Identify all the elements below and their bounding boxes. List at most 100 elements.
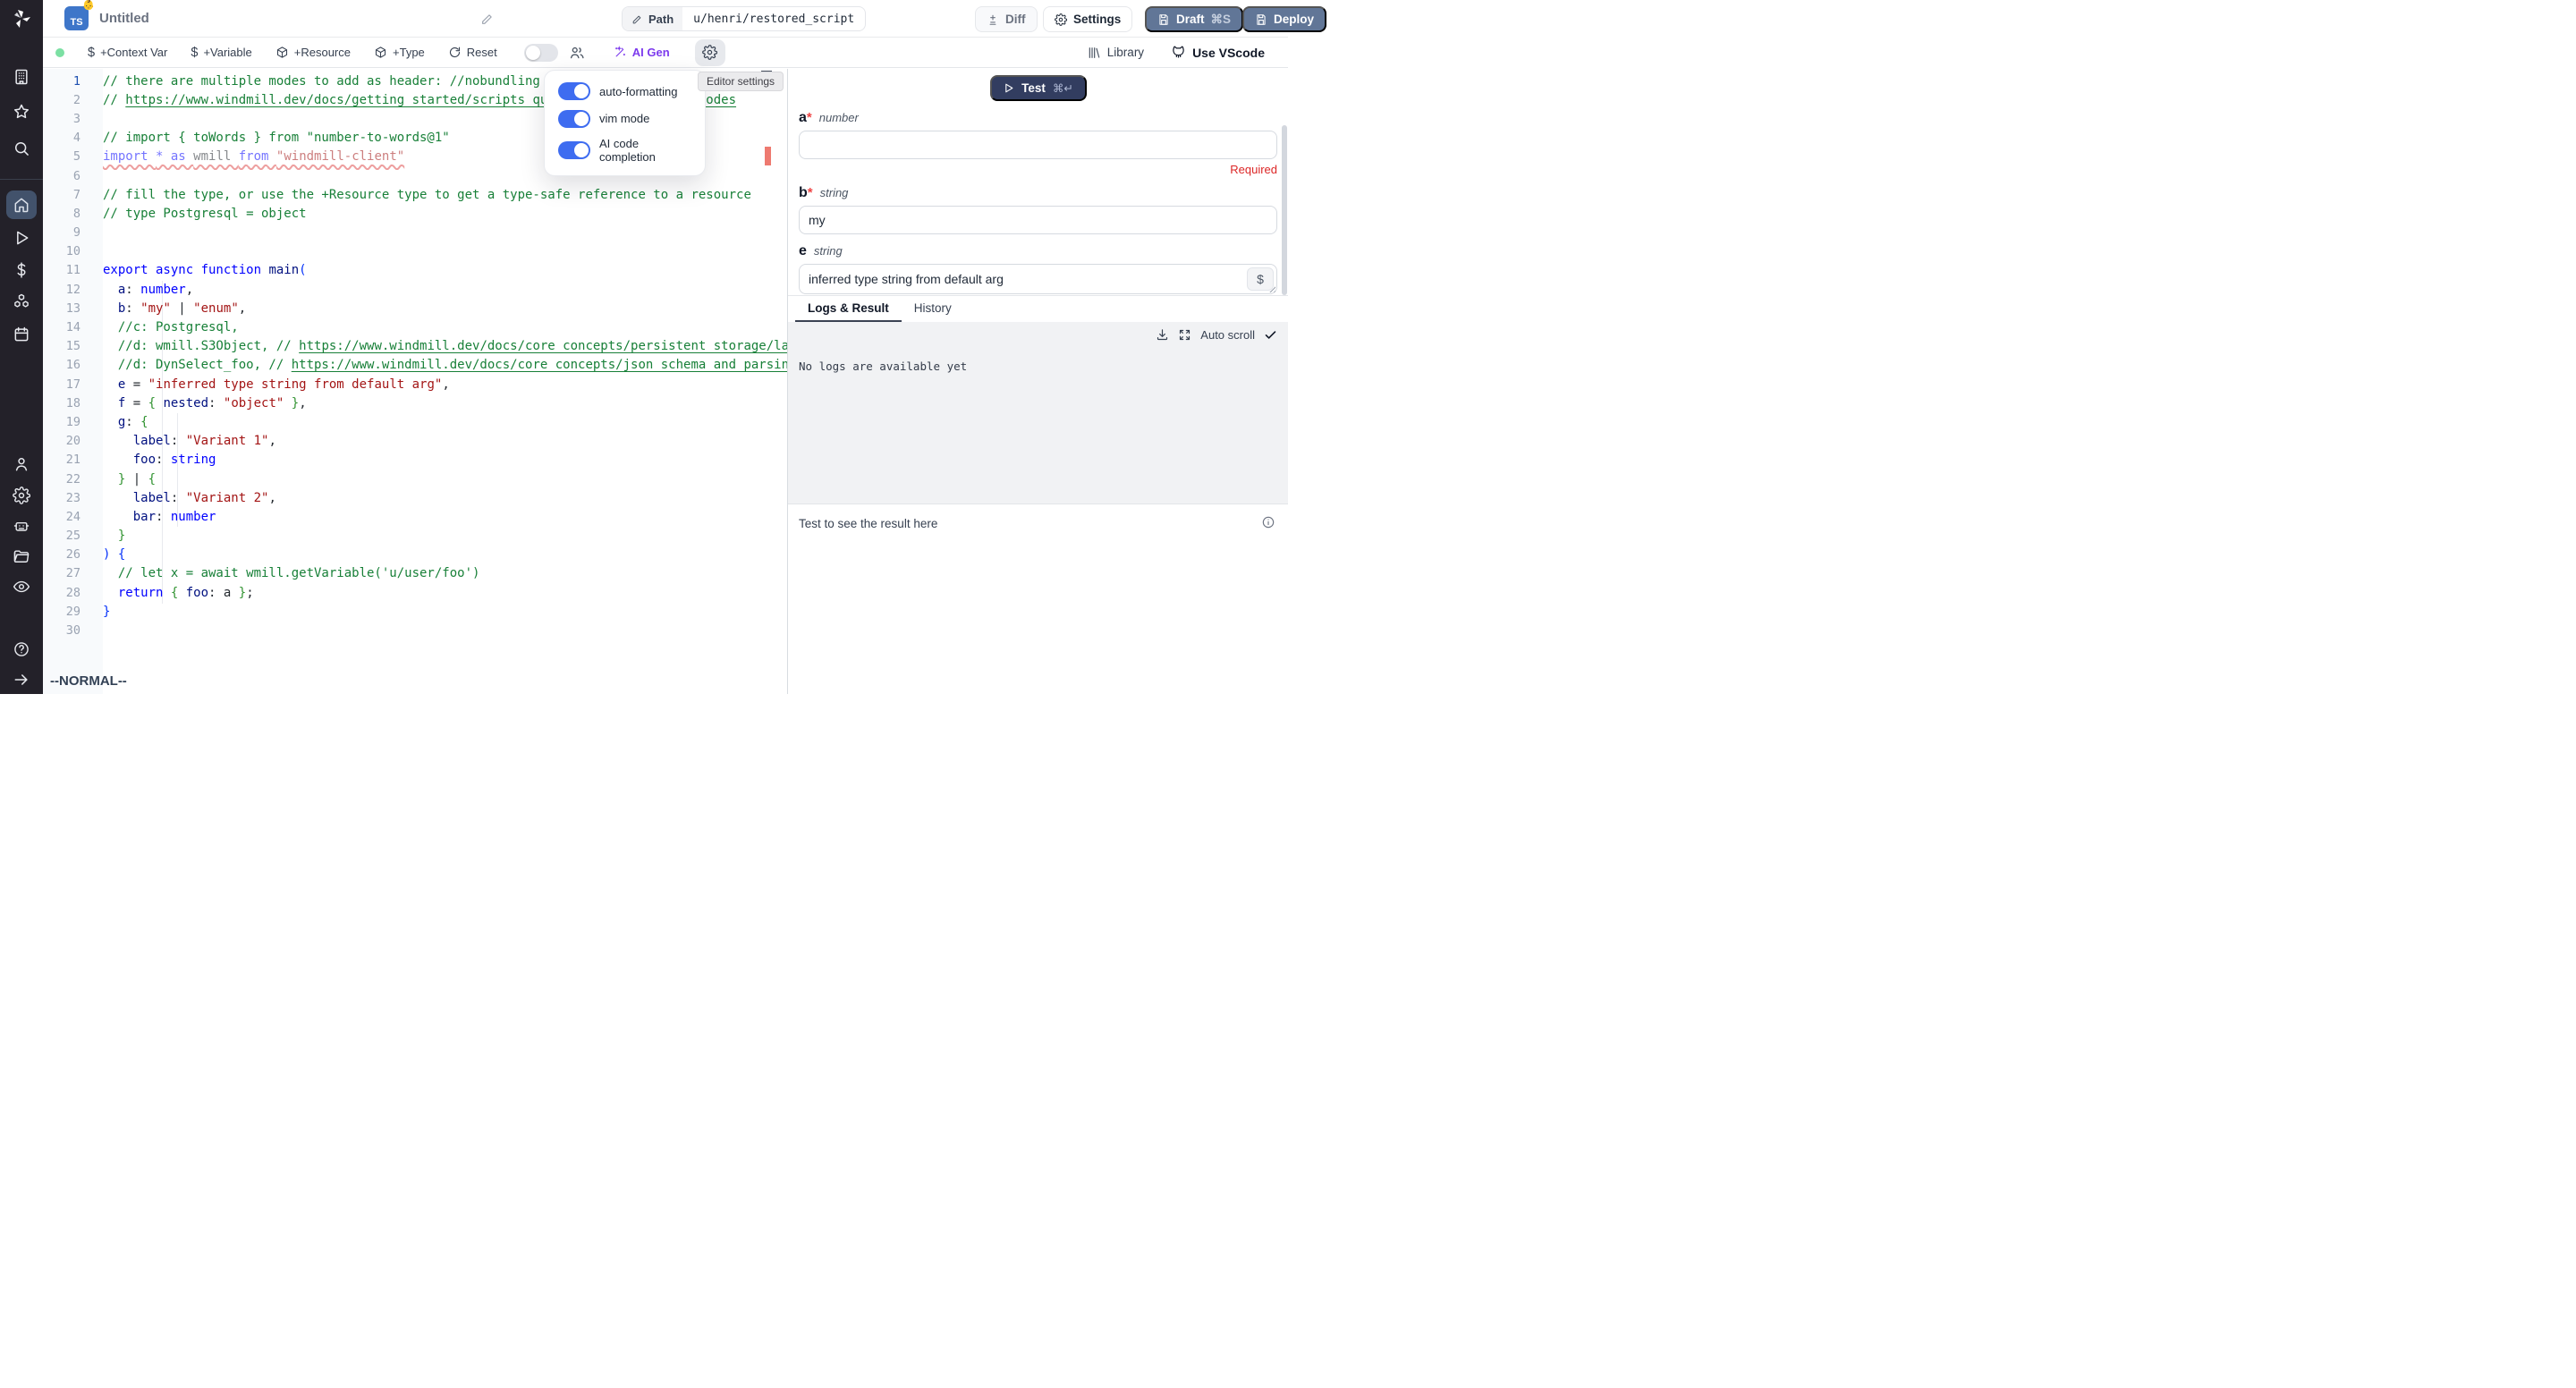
sidebar-item-workers[interactable] (6, 512, 37, 540)
path-value[interactable]: u/henri/restored_script (682, 7, 865, 30)
code-line[interactable]: 29} (43, 602, 787, 621)
multiplayer-toggle[interactable] (524, 44, 558, 62)
sidebar-item-workspace[interactable] (6, 63, 37, 91)
panel-scrollbar-thumb[interactable] (1282, 125, 1287, 295)
code-line[interactable]: 11export async function main( (43, 261, 787, 280)
result-area: Test to see the result here (788, 504, 1288, 544)
test-button[interactable]: Test ⌘↵ (990, 75, 1087, 101)
code-line[interactable]: 27 // let x = await wmill.getVariable('u… (43, 564, 787, 583)
tab-logs-result[interactable]: Logs & Result (795, 301, 902, 322)
code-line[interactable]: 26) { (43, 546, 787, 564)
field-input-e[interactable]: inferred type string from default arg$ (799, 264, 1277, 294)
field-input-a[interactable] (799, 131, 1277, 159)
library-button[interactable]: Library (1087, 46, 1144, 60)
code-line[interactable]: 30 (43, 621, 787, 639)
download-icon[interactable] (1156, 328, 1169, 342)
eye-icon (13, 578, 30, 596)
code-line[interactable]: 15 //d: wmill.S3Object, // https://www.w… (43, 337, 787, 356)
toggle-knob (574, 84, 589, 98)
ai-gen-button[interactable]: AI Gen (614, 46, 670, 59)
code-line-text: // let x = await wmill.getVariable('u/us… (93, 566, 479, 580)
code-line[interactable]: 9 (43, 224, 787, 242)
multiplayer-users-icon (569, 45, 585, 61)
sidebar-item-home[interactable] (6, 190, 37, 219)
line-number: 13 (43, 301, 93, 316)
insert-variable-button[interactable]: $ (1247, 267, 1274, 291)
add-resource-label: +Resource (294, 46, 351, 59)
code-line[interactable]: 10 (43, 242, 787, 261)
cubes-icon (13, 292, 30, 310)
settings-button-label: Settings (1073, 13, 1121, 26)
code-line[interactable]: 13 b: "my" | "enum", (43, 299, 787, 317)
draft-button[interactable]: Draft ⌘S (1145, 6, 1243, 32)
calendar-icon (13, 326, 30, 343)
toggle-switch[interactable] (558, 141, 590, 159)
code-line[interactable]: 14 //c: Postgresql, (43, 317, 787, 336)
reset-button[interactable]: Reset (448, 46, 497, 59)
check-icon[interactable] (1264, 328, 1277, 342)
code-line-text: ) { (93, 547, 125, 562)
add-variable-button[interactable]: $ +Variable (191, 46, 251, 60)
sidebar-item-help[interactable] (6, 635, 37, 664)
editor-settings-button[interactable] (695, 39, 725, 66)
code-line[interactable]: 28 return { foo: a }; (43, 583, 787, 602)
toggle-switch[interactable] (558, 82, 590, 100)
edit-title-pencil-icon[interactable] (480, 12, 495, 26)
pencil-icon (631, 13, 643, 25)
sidebar-item-settings[interactable] (6, 481, 37, 510)
folder-icon (13, 547, 30, 565)
tab-history[interactable]: History (902, 301, 964, 322)
info-icon[interactable] (1261, 515, 1275, 529)
sidebar-item-variables[interactable] (6, 256, 37, 284)
code-line[interactable]: 20 label: "Variant 1", (43, 432, 787, 451)
code-line[interactable]: 7// fill the type, or use the +Resource … (43, 185, 787, 204)
robot-icon (13, 517, 30, 535)
line-number: 22 (43, 472, 93, 487)
add-context-var-button[interactable]: $ +Context Var (88, 46, 167, 60)
toggle-switch[interactable] (558, 110, 590, 128)
windmill-logo[interactable] (0, 0, 43, 38)
line-number: 24 (43, 510, 93, 524)
sidebar-item-users[interactable] (6, 450, 37, 478)
code-line[interactable]: 8// type Postgresql = object (43, 204, 787, 223)
code-line[interactable]: 25 } (43, 527, 787, 546)
sidebar-item-folders[interactable] (6, 542, 37, 571)
field-input-b[interactable]: my (799, 206, 1277, 234)
sidebar-expand[interactable] (6, 665, 37, 694)
code-line[interactable]: 12 a: number, (43, 280, 787, 299)
code-line-text: b: "my" | "enum", (93, 301, 246, 316)
code-line[interactable]: 19 g: { (43, 412, 787, 431)
result-placeholder: Test to see the result here (799, 517, 937, 530)
code-line[interactable]: 23 label: "Variant 2", (43, 488, 787, 507)
field-type: string (820, 186, 849, 199)
field-type: string (814, 244, 843, 258)
sidebar-item-audit[interactable] (6, 572, 37, 601)
deploy-button[interactable]: Deploy (1242, 6, 1326, 32)
typescript-badge-label: TS (70, 17, 82, 28)
code-line[interactable]: 18 f = { nested: "object" }, (43, 394, 787, 412)
gear-icon (13, 487, 30, 504)
sidebar-item-runs[interactable] (6, 224, 37, 252)
code-line[interactable]: 17 e = "inferred type string from defaul… (43, 375, 787, 394)
code-line-text: g: { (93, 415, 148, 429)
expand-icon[interactable] (1178, 328, 1191, 342)
use-vscode-button[interactable]: Use VScode (1171, 45, 1265, 60)
path-field[interactable]: Path u/henri/restored_script (622, 6, 866, 31)
code-line[interactable]: 24 bar: number (43, 507, 787, 526)
gear-icon (702, 45, 717, 60)
sidebar-item-favorites[interactable] (6, 97, 37, 126)
code-line[interactable]: 21 foo: string (43, 451, 787, 470)
code-line[interactable]: 22 } | { (43, 470, 787, 488)
sidebar-item-search[interactable] (6, 134, 37, 163)
add-resource-button[interactable]: +Resource (275, 46, 351, 59)
left-sidebar (0, 0, 43, 694)
library-label: Library (1107, 46, 1144, 59)
diff-button[interactable]: Diff (975, 6, 1038, 32)
sidebar-item-schedules[interactable] (6, 320, 37, 349)
diff-button-label: Diff (1005, 13, 1026, 26)
add-context-var-label: +Context Var (100, 46, 167, 59)
add-type-button[interactable]: +Type (374, 46, 425, 59)
code-line[interactable]: 16 //d: DynSelect_foo, // https://www.wi… (43, 356, 787, 375)
settings-button[interactable]: Settings (1043, 6, 1132, 32)
sidebar-item-resources[interactable] (6, 287, 37, 316)
